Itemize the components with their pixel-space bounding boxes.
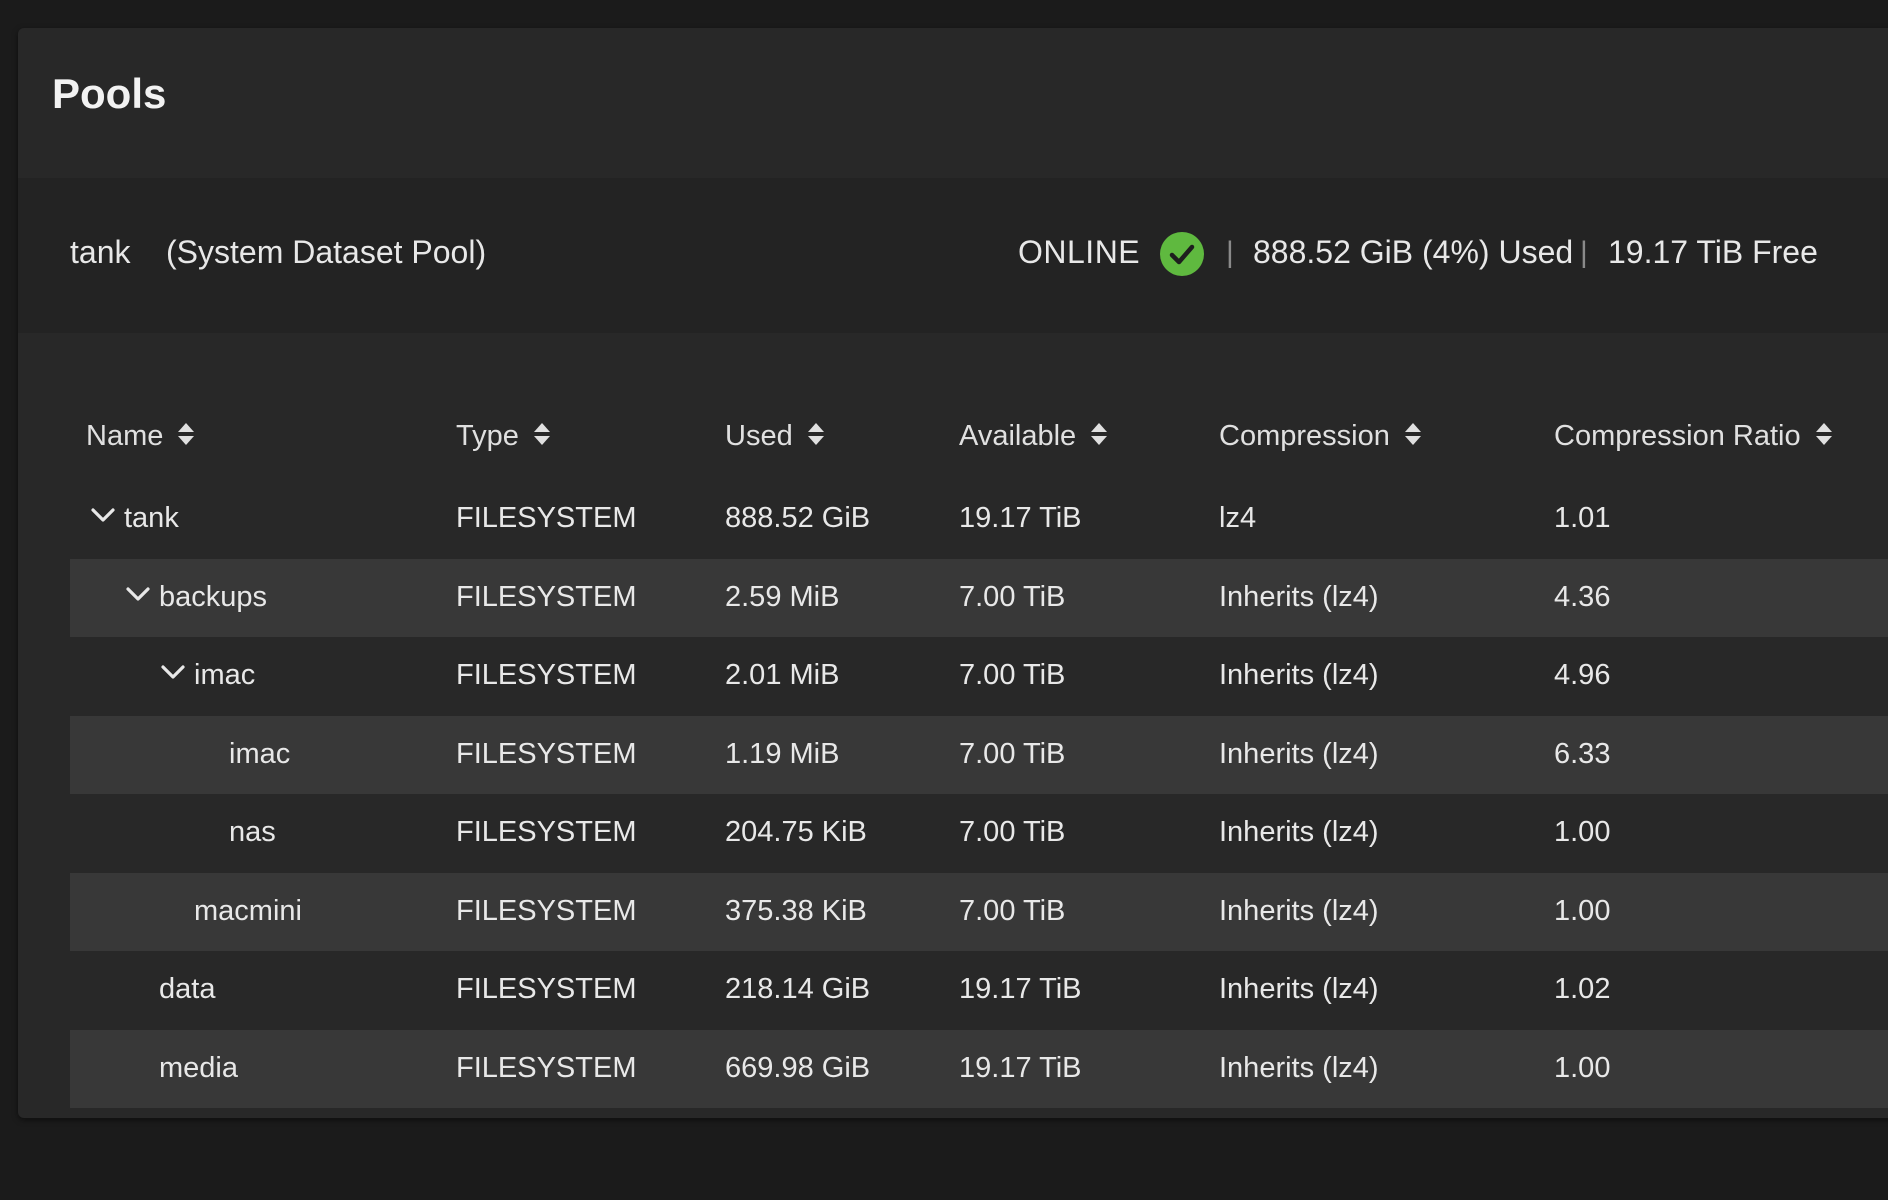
dataset-compression: Inherits (lz4) (1219, 894, 1379, 927)
table-body: tank FILESYSTEM 888.52 GiB 19.17 TiB lz4 1.01… (70, 480, 1888, 1108)
pool-label: (System Dataset Pool) (166, 234, 487, 270)
dataset-used: 2.01 MiB (725, 659, 840, 691)
dataset-type: FILESYSTEM (456, 894, 637, 927)
sort-icon (533, 421, 551, 455)
table-header: Name Type Used Available Compression Com… (70, 398, 1888, 480)
table-row[interactable]: nas FILESYSTEM 204.75 KiB 7.00 TiB Inherits … (70, 794, 1888, 873)
sort-icon (177, 421, 195, 455)
table-row[interactable]: imac FILESYSTEM 2.01 MiB 7.00 TiB Inherits (… (70, 637, 1888, 716)
column-header-name[interactable]: Name (86, 420, 195, 455)
dataset-compression: Inherits (lz4) (1219, 737, 1379, 770)
dataset-compression: Inherits (lz4) (1219, 816, 1379, 848)
dataset-available: 19.17 TiB (959, 1051, 1082, 1084)
pool-header[interactable]: tank (System Dataset Pool) ONLINE | 888.… (18, 178, 1888, 333)
dataset-compression: Inherits (lz4) (1219, 659, 1379, 691)
dataset-available: 7.00 TiB (959, 580, 1066, 613)
dataset-type: FILESYSTEM (456, 1051, 637, 1084)
dataset-compression-ratio: 1.00 (1554, 1051, 1611, 1084)
dataset-used: 2.59 MiB (725, 580, 840, 613)
dataset-available: 19.17 TiB (959, 973, 1082, 1005)
dataset-available: 19.17 TiB (959, 502, 1082, 534)
pools-card: Pools tank (System Dataset Pool) ONLINE … (18, 28, 1888, 1118)
dataset-compression-ratio: 1.00 (1554, 894, 1611, 927)
dataset-available: 7.00 TiB (959, 894, 1066, 927)
dataset-name: macmini (194, 894, 302, 927)
column-header-used[interactable]: Used (725, 420, 825, 455)
dataset-name: data (159, 973, 216, 1005)
table-row[interactable]: media FILESYSTEM 669.98 GiB 19.17 TiB Inheri… (70, 1029, 1888, 1108)
dataset-compression-ratio: 4.96 (1554, 659, 1611, 691)
dataset-name: nas (229, 816, 276, 848)
dataset-used: 204.75 KiB (725, 816, 867, 848)
dataset-compression-ratio: 6.33 (1554, 737, 1611, 770)
dataset-name: backups (159, 580, 268, 613)
dataset-type: FILESYSTEM (456, 973, 637, 1005)
chevron-down-icon[interactable] (90, 506, 116, 529)
column-header-type[interactable]: Type (456, 420, 551, 455)
dataset-name: imac (229, 737, 291, 770)
chevron-down-icon[interactable] (160, 663, 186, 686)
chevron-down-icon[interactable] (125, 585, 151, 608)
dataset-compression: lz4 (1219, 502, 1257, 534)
dataset-compression-ratio: 1.00 (1554, 816, 1611, 848)
sort-icon (1090, 421, 1108, 455)
table-row[interactable]: data FILESYSTEM 218.14 GiB 19.17 TiB Inherit… (70, 951, 1888, 1030)
dataset-compression: Inherits (lz4) (1219, 580, 1379, 613)
sort-icon (807, 421, 825, 455)
dataset-name: tank (124, 502, 179, 534)
column-header-compression-ratio[interactable]: Compression Ratio (1554, 420, 1833, 455)
dataset-used: 1.19 MiB (725, 737, 840, 770)
datasets-table: Name Type Used Available Compression Com… (70, 398, 1888, 1108)
sort-icon (1404, 421, 1422, 455)
column-header-available[interactable]: Available (959, 420, 1108, 455)
dataset-type: FILESYSTEM (456, 659, 637, 691)
dataset-name: media (159, 1051, 238, 1084)
dataset-compression-ratio: 1.02 (1554, 973, 1611, 1005)
dataset-used: 218.14 GiB (725, 973, 871, 1005)
pool-status: ONLINE (1018, 234, 1141, 270)
check-circle-icon (1160, 232, 1204, 276)
dataset-used: 375.38 KiB (725, 894, 867, 927)
table-row[interactable]: imac FILESYSTEM 1.19 MiB 7.00 TiB Inherits (… (70, 715, 1888, 794)
pool-name: tank (70, 234, 131, 270)
dataset-type: FILESYSTEM (456, 580, 637, 613)
dataset-available: 7.00 TiB (959, 816, 1066, 848)
separator: | (1226, 236, 1234, 269)
dataset-compression-ratio: 1.01 (1554, 502, 1611, 534)
dataset-compression: Inherits (lz4) (1219, 1051, 1379, 1084)
sort-icon (1815, 421, 1833, 455)
dataset-used: 669.98 GiB (725, 1051, 871, 1084)
dataset-type: FILESYSTEM (456, 502, 637, 534)
pool-used: 888.52 GiB (4%) Used (1253, 234, 1574, 270)
pool-free: 19.17 TiB Free (1608, 234, 1818, 270)
table-row[interactable]: backups FILESYSTEM 2.59 MiB 7.00 TiB Inherit… (70, 558, 1888, 637)
dataset-type: FILESYSTEM (456, 737, 637, 770)
dataset-available: 7.00 TiB (959, 659, 1066, 691)
table-row[interactable]: macmini FILESYSTEM 375.38 KiB 7.00 TiB Inher… (70, 872, 1888, 951)
table-row[interactable]: tank FILESYSTEM 888.52 GiB 19.17 TiB lz4 1.01 (70, 480, 1888, 559)
dataset-compression: Inherits (lz4) (1219, 973, 1379, 1005)
dataset-compression-ratio: 4.36 (1554, 580, 1611, 613)
separator: | (1580, 236, 1588, 269)
column-header-compression[interactable]: Compression (1219, 420, 1422, 455)
dataset-used: 888.52 GiB (725, 502, 871, 534)
dataset-type: FILESYSTEM (456, 816, 637, 848)
dataset-name: imac (194, 659, 256, 691)
dataset-available: 7.00 TiB (959, 737, 1066, 770)
page-title: Pools (52, 70, 167, 117)
